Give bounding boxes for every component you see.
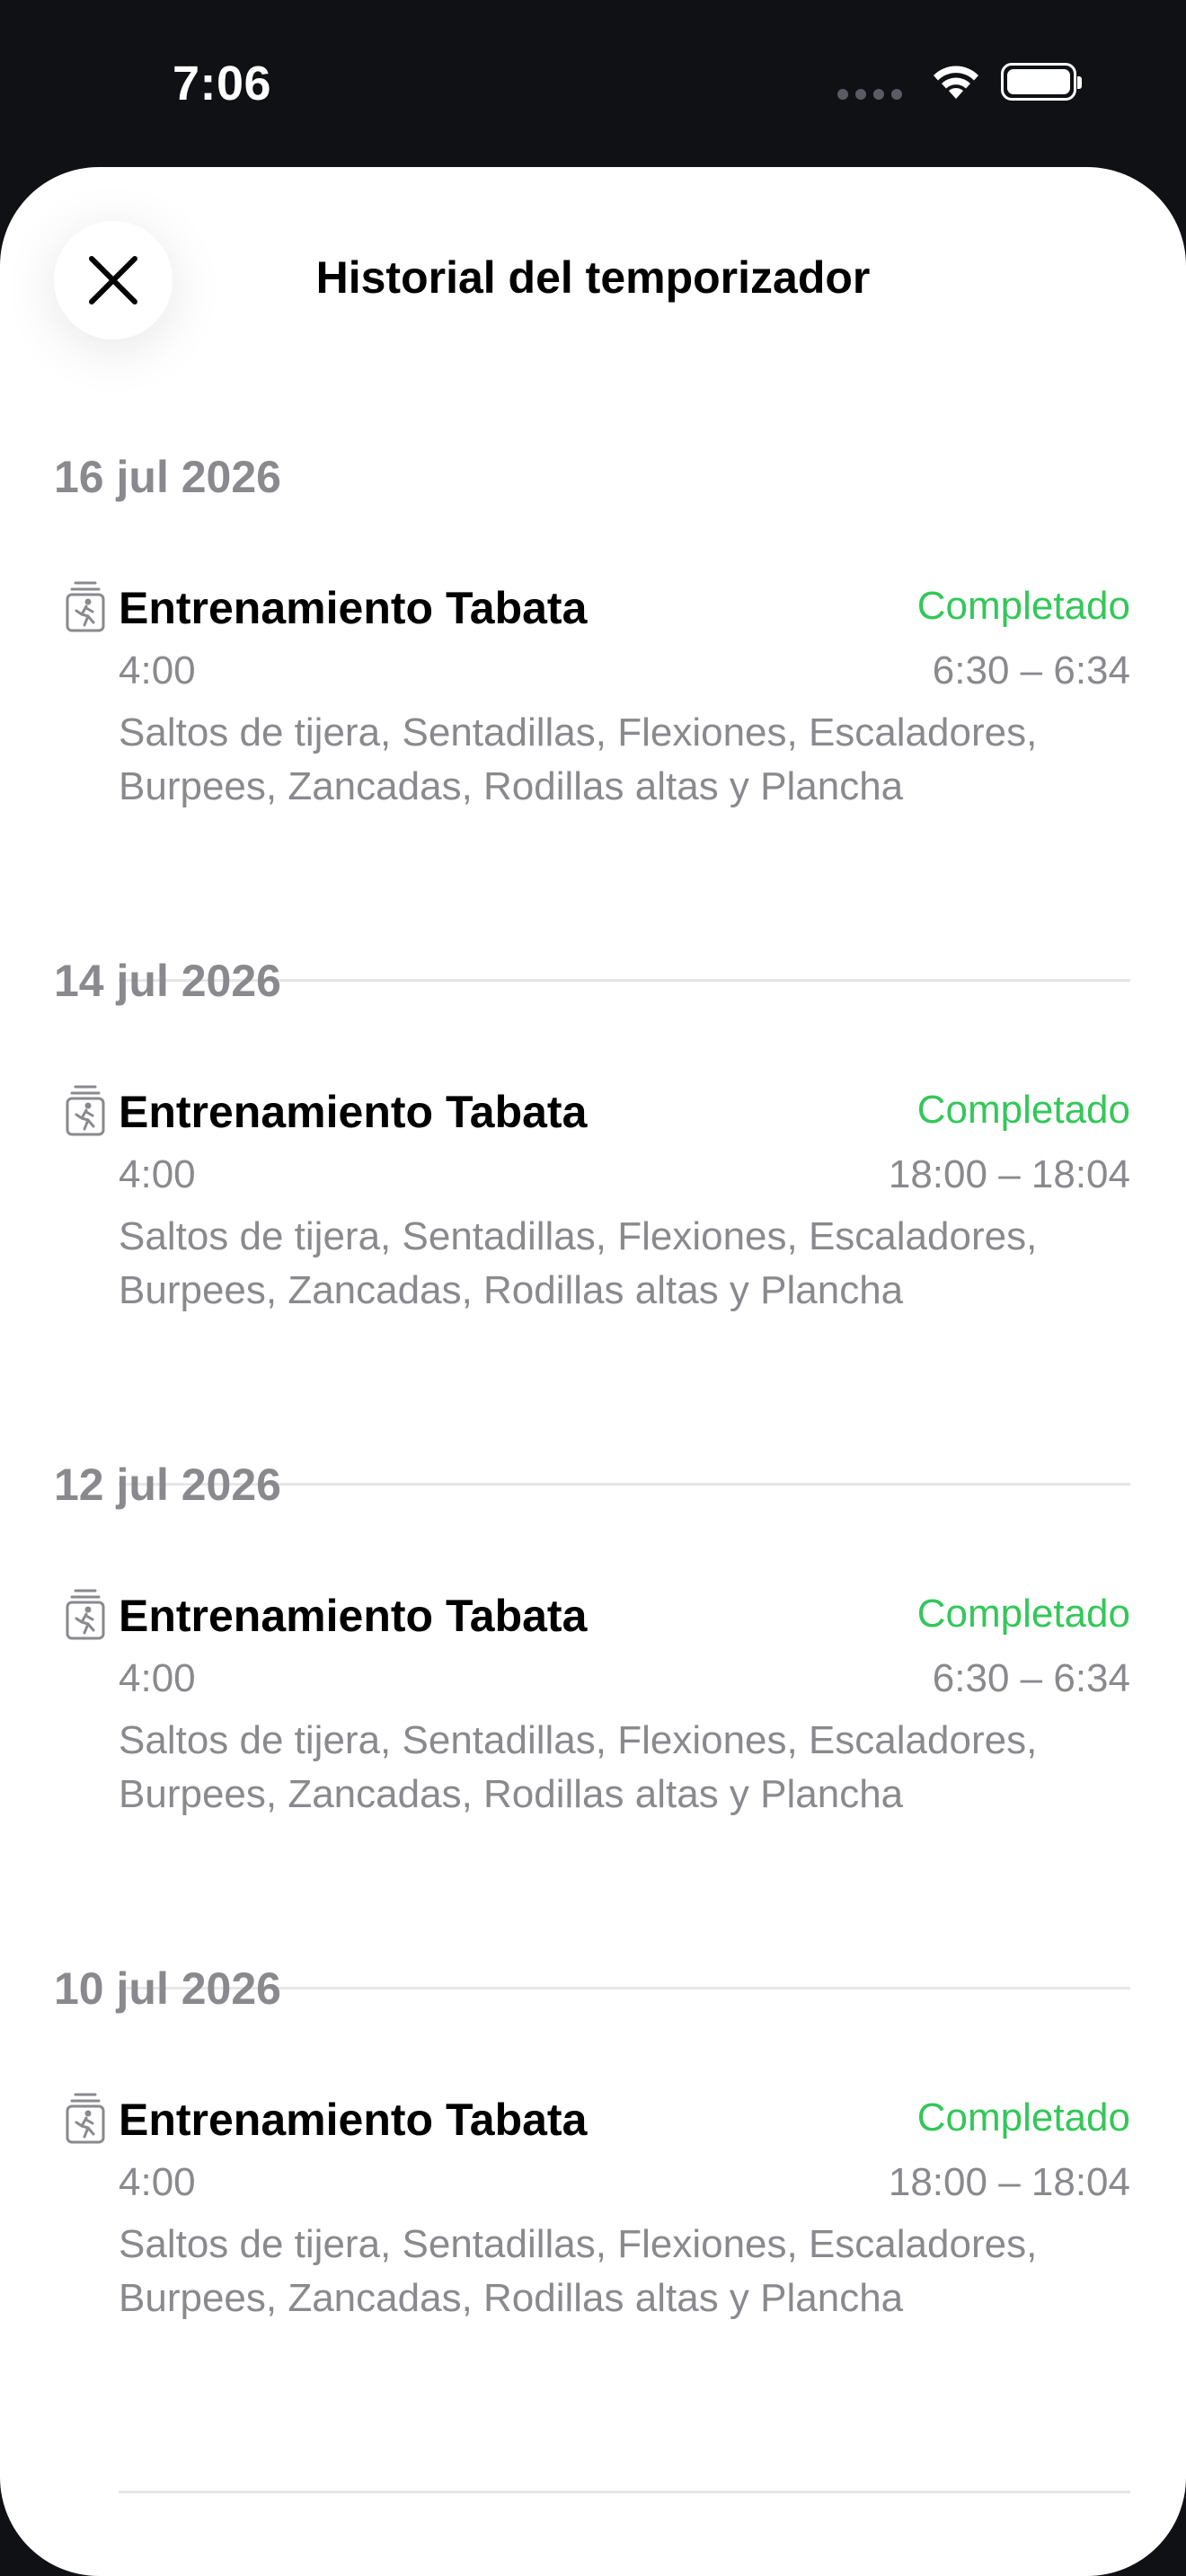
entry-time-range: 18:00 – 18:04	[888, 2160, 1130, 2204]
timer-workout-icon	[66, 1085, 105, 1136]
status-badge: Completado	[916, 1592, 1130, 1636]
status-badge: Completado	[916, 1088, 1130, 1132]
timer-workout-icon	[66, 581, 105, 632]
timer-workout-icon	[66, 1589, 105, 1640]
entry-exercises: Saltos de tijera, Sentadillas, Flexiones…	[119, 1214, 1038, 1312]
history-entry[interactable]: Entrenamiento Tabata Completado 4:00 6:3…	[0, 1588, 1186, 1989]
entry-duration: 4:00	[119, 2160, 196, 2204]
status-badge: Completado	[916, 584, 1130, 628]
status-time: 7:06	[173, 57, 272, 110]
history-entry[interactable]: Entrenamiento Tabata Completado 4:00 18:…	[0, 2092, 1186, 2493]
status-bar: 7:06	[0, 0, 1186, 167]
history-section: 16 jul 2026 Entrenamiento Tabata Complet…	[0, 451, 1186, 982]
entry-time-range: 6:30 – 6:34	[932, 648, 1130, 693]
entry-title: Entrenamiento Tabata	[119, 2095, 588, 2145]
history-list: 16 jul 2026 Entrenamiento Tabata Complet…	[0, 451, 1186, 2493]
status-icons	[837, 63, 1082, 101]
history-section: 10 jul 2026 Entrenamiento Tabata Complet…	[0, 1963, 1186, 2493]
history-section: 12 jul 2026 Entrenamiento Tabata Complet…	[0, 1459, 1186, 1989]
section-date: 10 jul 2026	[54, 1963, 281, 2014]
timer-history-sheet: Historial del temporizador 16 jul 2026 E…	[0, 167, 1186, 2576]
history-entry[interactable]: Entrenamiento Tabata Completado 4:00 6:3…	[0, 580, 1186, 982]
entry-exercises: Saltos de tijera, Sentadillas, Flexiones…	[119, 710, 1038, 808]
entry-time-range: 18:00 – 18:04	[888, 1152, 1130, 1196]
wifi-icon	[934, 66, 978, 99]
divider	[119, 2491, 1130, 2493]
entry-duration: 4:00	[119, 1656, 196, 1700]
entry-duration: 4:00	[119, 648, 196, 693]
section-date: 14 jul 2026	[54, 956, 281, 1006]
page-title: Historial del temporizador	[315, 252, 871, 303]
entry-title: Entrenamiento Tabata	[119, 1087, 588, 1137]
battery-icon	[1001, 63, 1082, 101]
entry-title: Entrenamiento Tabata	[119, 1591, 588, 1641]
history-entry[interactable]: Entrenamiento Tabata Completado 4:00 18:…	[0, 1084, 1186, 1486]
entry-exercises: Saltos de tijera, Sentadillas, Flexiones…	[119, 2222, 1038, 2320]
cellular-signal-icon	[837, 89, 902, 100]
section-date: 16 jul 2026	[54, 452, 281, 502]
section-date: 12 jul 2026	[54, 1460, 281, 1510]
status-badge: Completado	[916, 2095, 1130, 2139]
entry-exercises: Saltos de tijera, Sentadillas, Flexiones…	[119, 1718, 1038, 1816]
history-section: 14 jul 2026 Entrenamiento Tabata Complet…	[0, 955, 1186, 1486]
entry-title: Entrenamiento Tabata	[119, 583, 588, 633]
timer-workout-icon	[66, 2093, 105, 2144]
entry-duration: 4:00	[119, 1152, 196, 1196]
entry-time-range: 6:30 – 6:34	[932, 1656, 1130, 1700]
